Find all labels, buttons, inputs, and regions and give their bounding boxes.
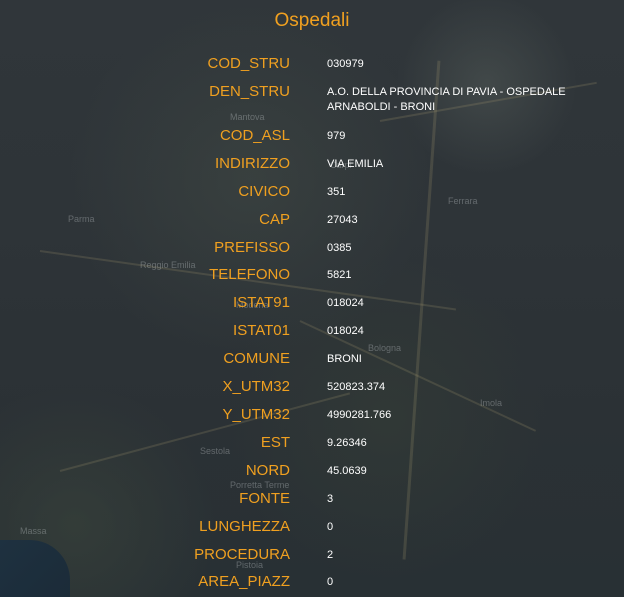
attribute-row: Y_UTM32 4990281.766 <box>0 406 624 432</box>
map-road <box>59 392 351 472</box>
attribute-key: EST <box>260 434 290 451</box>
attribute-key: COD_STRU <box>207 55 290 72</box>
attribute-key: PREFISSO <box>214 239 290 256</box>
attribute-value: 27043 <box>327 214 358 226</box>
attribute-value: 4990281.766 <box>327 409 392 421</box>
attribute-key: X_UTM32 <box>222 378 290 395</box>
attribute-row: NORD 45.0639 <box>0 462 624 488</box>
attribute-row: CIVICO 351 <box>0 183 624 209</box>
attribute-key: INDIRIZZO <box>215 155 290 172</box>
map-view[interactable]: Parma Reggio Emilia Bologna Ferrara Mode… <box>0 0 624 597</box>
attribute-value: 9.26346 <box>327 437 367 449</box>
attribute-value: 520823.374 <box>327 381 386 393</box>
attribute-row: CAP 27043 <box>0 211 624 237</box>
attribute-key: CIVICO <box>238 183 290 200</box>
map-city-label: Mantova <box>230 112 265 122</box>
attribute-value: 45.0639 <box>327 465 367 477</box>
attribute-value: 0 <box>327 576 334 588</box>
attribute-row: ISTAT91 018024 <box>0 294 624 320</box>
attribute-value: 0385 <box>327 242 352 254</box>
attribute-value: 0 <box>327 521 334 533</box>
attribute-row: X_UTM32 520823.374 <box>0 378 624 404</box>
attribute-row: COD_STRU 030979 <box>0 55 624 81</box>
attribute-value: VIA EMILIA <box>327 158 384 170</box>
attribute-value: 351 <box>327 186 346 198</box>
attribute-row: PROCEDURA 2 <box>0 546 624 572</box>
attribute-key: AREA_PIAZZ <box>198 573 290 590</box>
attribute-value: BRONI <box>327 353 362 365</box>
attribute-row: FONTE 3 <box>0 490 624 516</box>
attribute-key: PROCEDURA <box>194 546 290 563</box>
attribute-row: AREA_PIAZZ 0 <box>0 573 624 597</box>
attribute-row: INDIRIZZO VIA EMILIA <box>0 155 624 181</box>
attribute-value: 030979 <box>327 58 364 70</box>
popup-title: Ospedali <box>274 10 350 31</box>
attribute-row: LUNGHEZZA 0 <box>0 518 624 544</box>
attribute-row: PREFISSO 0385 <box>0 239 624 265</box>
attribute-row: DEN_STRU A.O. DELLA PROVINCIA DI PAVIA -… <box>0 83 624 113</box>
attribute-key: TELEFONO <box>209 266 290 283</box>
attribute-value: A.O. DELLA PROVINCIA DI PAVIA - OSPEDALE… <box>327 86 566 113</box>
attribute-key: FONTE <box>239 490 290 507</box>
attribute-key: COMUNE <box>223 350 290 367</box>
attribute-value: 2 <box>327 549 334 561</box>
attribute-key: LUNGHEZZA <box>199 518 290 535</box>
attribute-value: 3 <box>327 493 334 505</box>
attribute-key: NORD <box>245 462 290 479</box>
attribute-value: 018024 <box>327 297 364 309</box>
attribute-row: ISTAT01 018024 <box>0 322 624 348</box>
attribute-key: DEN_STRU <box>209 83 290 100</box>
attribute-key: CAP <box>259 211 290 228</box>
attribute-key: Y_UTM32 <box>222 406 290 423</box>
attribute-value: 979 <box>327 130 346 142</box>
attribute-value: 018024 <box>327 325 364 337</box>
attribute-row: COD_ASL 979 <box>0 127 624 153</box>
attribute-value: 5821 <box>327 269 352 281</box>
attribute-key: ISTAT01 <box>233 322 290 339</box>
attribute-key: ISTAT91 <box>233 294 290 311</box>
attribute-row: COMUNE BRONI <box>0 350 624 376</box>
attribute-row: TELEFONO 5821 <box>0 266 624 292</box>
attribute-row: EST 9.26346 <box>0 434 624 460</box>
attribute-key: COD_ASL <box>219 127 290 144</box>
